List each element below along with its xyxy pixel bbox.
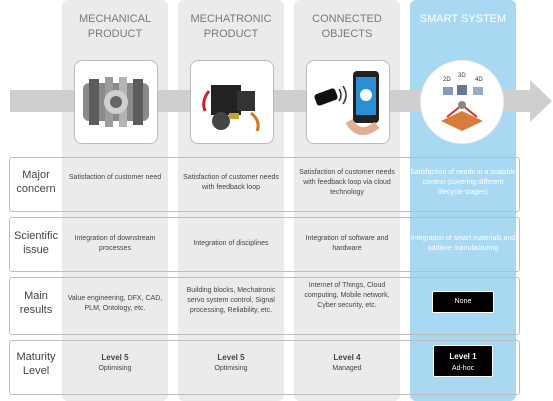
column-title-connected: CONNECTED OBJECTS: [312, 13, 382, 40]
cell-major-concern-connected: Satisfaction of customer needs with feed…: [299, 169, 395, 196]
maturity-desc-connected: Managed: [332, 365, 362, 372]
cell-maturity-mechanical: Level 5 Optimising: [62, 353, 168, 374]
row-label-major-concern: Major concern: [16, 169, 56, 195]
image-label-4d: 4D: [475, 77, 483, 83]
image-label-2d: 2D: [443, 77, 451, 83]
maturity-desc-mechanical: Optimising: [98, 365, 132, 372]
connected-objects-image: [306, 60, 390, 144]
cell-main-results-connected: Internet of Things, Cloud computing, Mob…: [304, 282, 390, 309]
maturity-desc-mechatronic: Optimising: [214, 365, 248, 372]
maturity-smart-badge: Level 1 Ad-hoc: [433, 345, 493, 377]
row-label-maturity-level: Maturity Level: [16, 351, 56, 377]
smart-system-image: 2D 3D 4D: [420, 60, 504, 144]
mechatronic-product-image: [190, 60, 274, 144]
cell-major-concern-smart: Satisfaction of needs in a scalable cont…: [410, 169, 516, 196]
cell-maturity-connected: Level 4 Managed: [294, 353, 400, 374]
column-title-mechatronic: MECHATRONIC PRODUCT: [190, 13, 272, 40]
column-title-smart: SMART SYSTEM: [419, 13, 507, 25]
column-title-mechanical: MECHANICAL PRODUCT: [78, 13, 152, 40]
cell-main-results-mechatronic: Building blocks, Mechatronic servo syste…: [186, 287, 276, 314]
image-label-3d: 3D: [458, 73, 466, 79]
cell-scientific-issue-mechanical: Integration of downstream processes: [74, 235, 156, 252]
mechanical-product-image: [74, 60, 158, 144]
cell-major-concern-mechanical: Satisfaction of customer need: [68, 174, 162, 181]
maturity-level-connected: Level 4: [333, 353, 361, 362]
cell-scientific-issue-smart: Integration of smart materials and addit…: [410, 235, 516, 252]
row-label-main-results: Main results: [19, 290, 53, 316]
cell-maturity-mechatronic: Level 5 Optimising: [178, 353, 284, 374]
main-results-smart-badge: None: [432, 291, 494, 313]
maturity-level-mechanical: Level 5: [101, 353, 129, 362]
maturity-desc-smart: Ad-hoc: [451, 365, 475, 372]
evolution-arrow-head: [530, 80, 552, 122]
cell-scientific-issue-mechatronic: Integration of disciplines: [193, 240, 269, 247]
maturity-level-mechatronic: Level 5: [217, 353, 245, 362]
cell-main-results-mechanical: Value engineering, DFX, CAD, PLM, Ontolo…: [67, 295, 163, 312]
maturity-level-smart: Level 1: [449, 352, 477, 361]
row-label-scientific-issue: Scientific issue: [13, 230, 59, 256]
cell-major-concern-mechatronic: Satisfaction of customer needs with feed…: [183, 174, 279, 191]
cell-scientific-issue-connected: Integration of software and hardware: [305, 235, 389, 252]
